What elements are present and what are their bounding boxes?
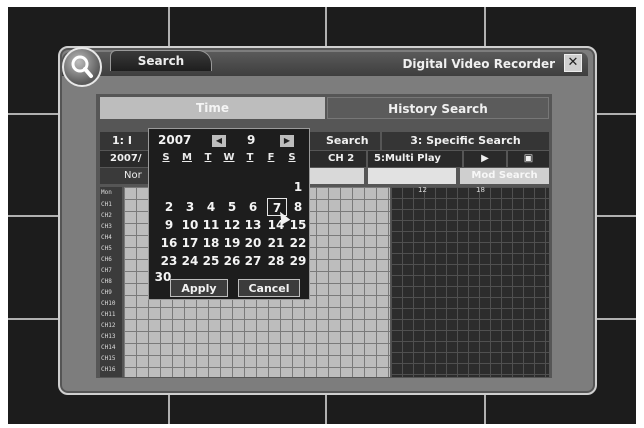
tab-time[interactable]: Time <box>100 97 325 119</box>
calendar-day[interactable]: 25 <box>201 252 221 270</box>
hour-label: 12 <box>418 186 427 194</box>
channel-label: CH9 <box>101 289 112 296</box>
calendar-day[interactable]: 18 <box>201 234 221 252</box>
calendar-day[interactable]: 29 <box>288 252 308 270</box>
recording-timeline-grid-dark[interactable] <box>391 187 549 377</box>
mosaic-line <box>325 390 327 424</box>
weekday-label: S <box>288 152 296 163</box>
tab-history-search[interactable]: History Search <box>327 97 549 119</box>
mosaic-line <box>325 7 327 47</box>
calendar-day[interactable]: 10 <box>180 216 200 234</box>
calendar-day[interactable]: 1 <box>288 178 308 196</box>
search-mode-2[interactable]: Search <box>308 132 380 150</box>
calendar-day[interactable]: 2 <box>159 198 179 216</box>
channel-label: CH2 <box>101 212 112 219</box>
channel-field[interactable]: CH 2 <box>308 151 366 167</box>
calendar-day[interactable]: 16 <box>159 234 179 252</box>
mosaic-line <box>168 390 170 424</box>
apply-button[interactable]: Apply <box>170 279 228 297</box>
close-icon[interactable]: ✕ <box>564 54 582 72</box>
channel-label: CH8 <box>101 278 112 285</box>
weekday-label: T <box>204 152 212 163</box>
channel-label: CH12 <box>101 322 116 329</box>
mosaic-line <box>8 113 60 115</box>
calendar-day[interactable]: 9 <box>159 216 179 234</box>
channel-label: CH14 <box>101 344 116 351</box>
calendar-day[interactable]: 8 <box>288 198 308 216</box>
channel-label: CH16 <box>101 366 116 373</box>
hour-label: 18 <box>476 186 485 194</box>
mosaic-line <box>594 113 636 115</box>
calendar-day[interactable]: 26 <box>222 252 242 270</box>
magnifier-icon <box>62 47 102 87</box>
channel-label: CH4 <box>101 234 112 241</box>
date-field[interactable]: 2007/ <box>100 151 148 167</box>
channel-label: CH10 <box>101 300 116 307</box>
mode-search-button[interactable]: Mod Search <box>460 168 549 184</box>
time-field-start[interactable] <box>308 168 364 184</box>
channel-label: CH5 <box>101 245 112 252</box>
calendar-day[interactable]: 11 <box>201 216 221 234</box>
calendar-day[interactable]: 5 <box>222 198 242 216</box>
mosaic-line <box>594 215 636 217</box>
calendar-day[interactable]: 22 <box>288 234 308 252</box>
calendar-day[interactable]: 3 <box>180 198 200 216</box>
app-title: Digital Video Recorder <box>402 57 555 71</box>
weekday-label: M <box>182 152 192 163</box>
calendar-day[interactable]: 4 <box>201 198 221 216</box>
grid-icon[interactable]: ▣ <box>508 151 549 167</box>
calendar-day[interactable]: 24 <box>180 252 200 270</box>
calendar-day[interactable]: 6 <box>243 198 263 216</box>
calendar-day[interactable]: 13 <box>243 216 263 234</box>
channel-label: CH13 <box>101 333 116 340</box>
calendar-day[interactable]: 19 <box>222 234 242 252</box>
weekday-label: W <box>223 152 235 163</box>
next-month-icon[interactable]: ▶ <box>280 135 294 147</box>
channel-label: CH3 <box>101 223 112 230</box>
mosaic-line <box>484 7 486 47</box>
prev-month-icon[interactable]: ◀ <box>212 135 226 147</box>
cancel-button[interactable]: Cancel <box>238 279 300 297</box>
channel-label: CH11 <box>101 311 116 318</box>
mosaic-line <box>484 390 486 424</box>
calendar-day[interactable]: 12 <box>222 216 242 234</box>
channel-label: CH6 <box>101 256 112 263</box>
mosaic-line <box>8 318 60 320</box>
grid-header-label: Mon <box>101 189 112 196</box>
calendar-day[interactable]: 17 <box>180 234 200 252</box>
multi-play-button[interactable]: 5:Multi Play <box>368 151 462 167</box>
play-icon[interactable]: ▶ <box>464 151 506 167</box>
channel-label: CH1 <box>101 201 112 208</box>
calendar-month: 9 <box>247 133 256 147</box>
search-mode-3[interactable]: 3: Specific Search <box>382 132 549 150</box>
calendar-day[interactable]: 28 <box>266 252 286 270</box>
calendar-day[interactable]: 21 <box>266 234 286 252</box>
calendar-day[interactable]: 20 <box>243 234 263 252</box>
search-mode-1[interactable]: 1: I <box>100 132 148 150</box>
time-field-end[interactable] <box>368 168 456 184</box>
mosaic-line <box>168 7 170 47</box>
weekday-label: T <box>246 152 254 163</box>
search-tab[interactable]: Search <box>110 50 212 71</box>
channel-label: CH15 <box>101 355 116 362</box>
calendar-year: 2007 <box>158 133 192 147</box>
mosaic-line <box>8 215 60 217</box>
calendar-day[interactable]: 27 <box>243 252 263 270</box>
normal-search-field[interactable]: Nor <box>100 168 148 184</box>
weekday-label: S <box>162 152 170 163</box>
mosaic-line <box>594 318 636 320</box>
channel-label: CH7 <box>101 267 112 274</box>
calendar-day[interactable]: 15 <box>288 216 308 234</box>
weekday-label: F <box>267 152 275 163</box>
